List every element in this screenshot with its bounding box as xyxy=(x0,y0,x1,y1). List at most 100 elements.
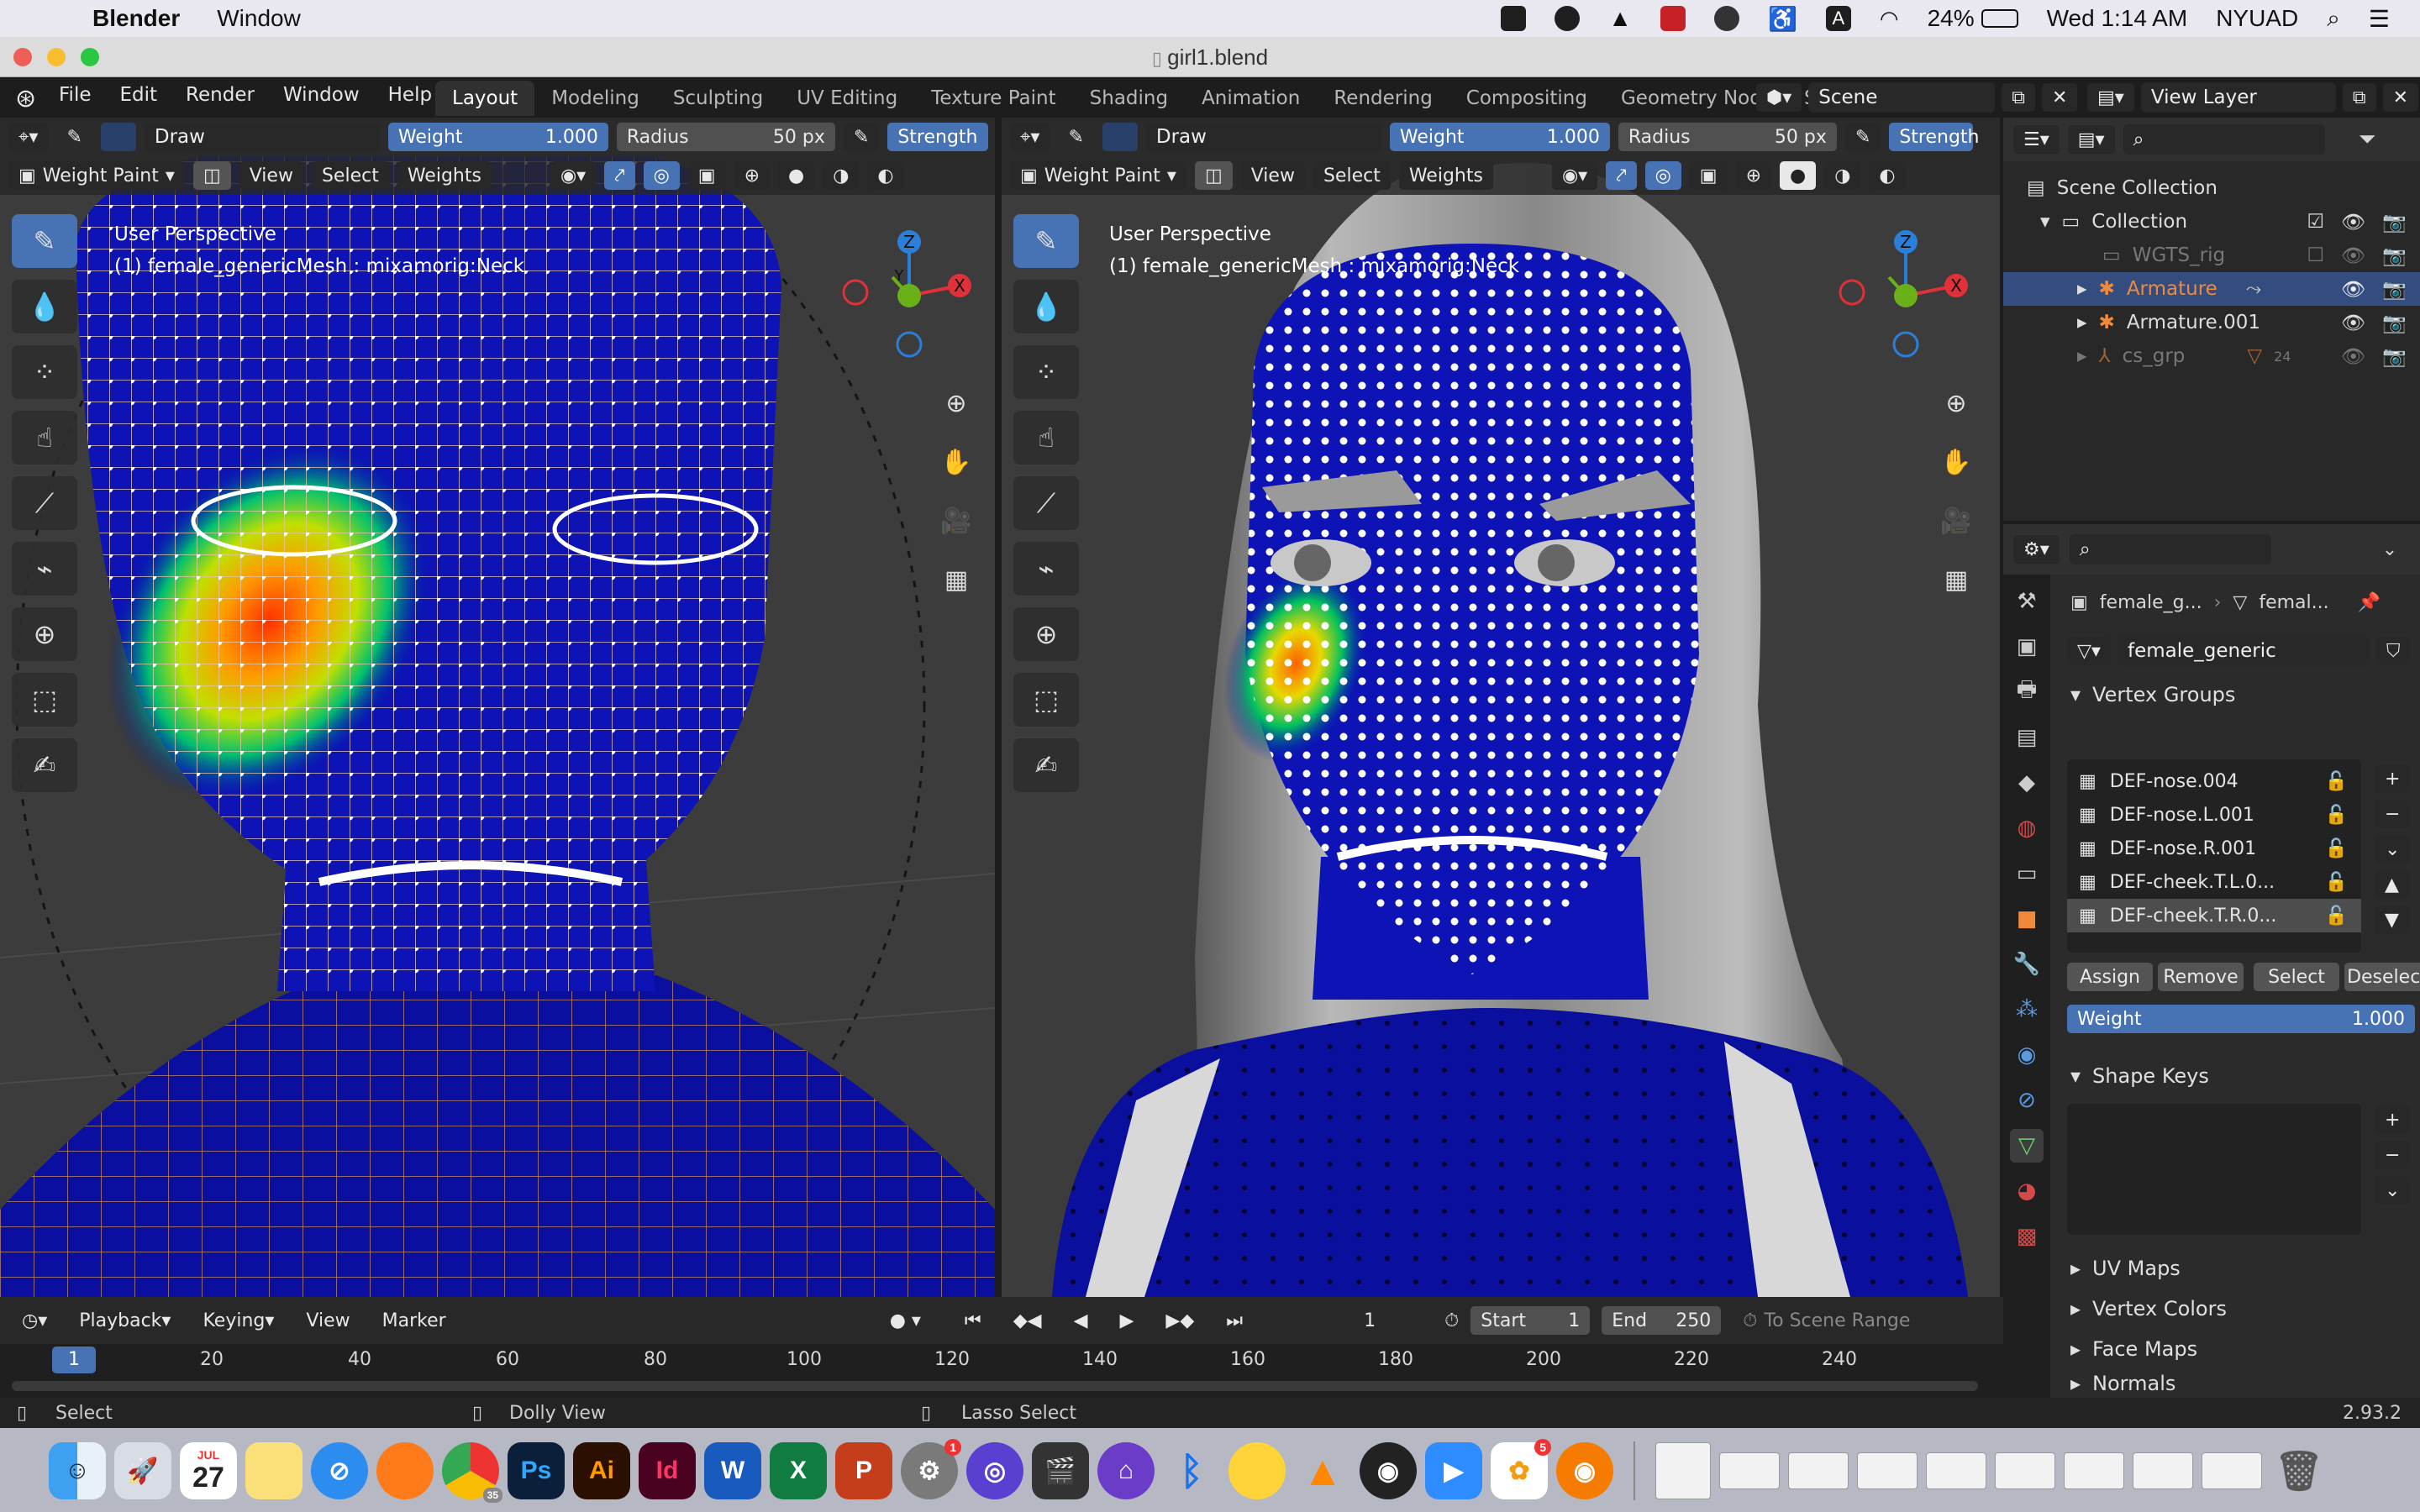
view-menu[interactable]: View xyxy=(239,161,303,190)
pin-icon[interactable]: 📌 xyxy=(2358,592,2381,613)
visibility-icon[interactable]: ◉▾ xyxy=(550,161,597,190)
vertex-group-item-selected[interactable]: ▦ DEF-cheek.T.R.0... 🔓 xyxy=(2067,899,2361,932)
menu-file[interactable]: File xyxy=(59,84,92,106)
bear-status-icon[interactable] xyxy=(1714,6,1739,31)
navigation-gizmo-right[interactable]: Z X xyxy=(1828,218,1980,370)
specials-menu-button[interactable]: ⌄ xyxy=(2375,835,2411,864)
eye-icon[interactable]: 👁 xyxy=(2341,278,2365,301)
marker-menu[interactable]: Marker xyxy=(372,1306,456,1335)
shape-keys-list[interactable] xyxy=(2067,1104,2361,1235)
view-layer-icon[interactable]: ▤▾ xyxy=(2087,83,2134,112)
tab-texture-paint[interactable]: Texture Paint xyxy=(914,81,1072,116)
outliner-item-cs-grp[interactable]: ▸ ⅄ cs_grp ▽ 24 👁 📷 xyxy=(2003,339,2420,373)
brush-preview-icon[interactable] xyxy=(1102,123,1138,151)
launchpad-icon[interactable]: 🚀 xyxy=(114,1442,171,1499)
vertex-group-item[interactable]: ▦ DEF-nose.004 🔓 xyxy=(2067,764,2361,798)
perspective-grid-icon[interactable]: ▦ xyxy=(1933,556,1980,603)
remove-button[interactable]: Remove xyxy=(2158,963,2244,991)
view-layer-tab-icon[interactable]: ▤ xyxy=(2010,721,2044,754)
jump-keyframe-back-icon[interactable]: ◆◀ xyxy=(1002,1306,1052,1335)
mode-selector[interactable]: ▣ Weight Paint ▾ xyxy=(8,161,185,190)
current-frame-field[interactable]: 1 xyxy=(1307,1306,1434,1335)
stopwatch-icon[interactable]: ⏱ xyxy=(1444,1310,1459,1331)
remove-vertex-group-button[interactable]: − xyxy=(2375,800,2411,828)
gizmo-toggle-icon[interactable]: ⤤ xyxy=(1606,161,1637,190)
finder-icon[interactable]: ☺ xyxy=(49,1442,106,1499)
app-status-icon[interactable] xyxy=(1555,6,1581,31)
screenshot-thumb-icon[interactable] xyxy=(2202,1452,2262,1489)
camera-icon[interactable]: 📷 xyxy=(2382,278,2407,301)
annotate-tool-icon[interactable]: ✍ xyxy=(1013,738,1079,792)
brush-preview-icon[interactable] xyxy=(100,123,136,151)
photos-icon[interactable]: ✿ 5 xyxy=(1491,1439,1551,1499)
xray-icon[interactable]: ▣ xyxy=(687,161,726,190)
control-center-icon[interactable]: ☰ xyxy=(2369,5,2390,33)
lock-icon[interactable]: 🔓 xyxy=(2325,805,2348,826)
screenshot-thumb-icon[interactable] xyxy=(1719,1452,1780,1489)
uv-maps-header[interactable]: ▸ UV Maps xyxy=(2070,1252,2227,1285)
to-scene-range-button[interactable]: ⏱ To Scene Range xyxy=(1733,1306,1927,1335)
expand-arrow-icon[interactable]: ▸ xyxy=(2077,345,2087,367)
camera-view-icon[interactable]: 🎥 xyxy=(1933,497,1980,544)
vertex-groups-header[interactable]: ▾ Vertex Groups xyxy=(2059,672,2420,717)
normals-header[interactable]: ▸ Normals xyxy=(2070,1373,2227,1394)
assign-button[interactable]: Assign xyxy=(2067,963,2153,991)
keying-menu[interactable]: Keying ▾ xyxy=(192,1306,284,1335)
chrome-icon[interactable]: 35 xyxy=(442,1442,502,1503)
face-maps-header[interactable]: ▸ Face Maps xyxy=(2070,1332,2227,1366)
new-view-layer-icon[interactable]: ⧉ xyxy=(2342,83,2376,112)
add-vertex-group-button[interactable]: + xyxy=(2375,764,2411,793)
navigation-gizmo-left[interactable]: Z X Y xyxy=(832,218,983,370)
camera-view-icon[interactable]: 🎥 xyxy=(933,497,980,544)
clock[interactable]: Wed 1:14 AM xyxy=(2047,5,2188,32)
timeline-ruler[interactable]: 1 20 40 60 80 100 120 140 160 180 200 22… xyxy=(0,1344,2003,1378)
collection-row[interactable]: ▾ ▭ Collection ☑ 👁 📷 xyxy=(2003,205,2420,239)
indesign-icon[interactable]: Id xyxy=(639,1442,696,1499)
eye-icon[interactable]: 👁 xyxy=(2341,345,2365,368)
smear-tool-icon[interactable]: ☝ xyxy=(1013,411,1079,465)
menu-help[interactable]: Help xyxy=(388,84,432,106)
radius-field[interactable]: Radius 50 px xyxy=(1618,123,1837,151)
average-tool-icon[interactable]: ⁘ xyxy=(1013,345,1079,399)
camera-icon[interactable]: 📷 xyxy=(2382,244,2407,267)
camera-icon[interactable]: 📷 xyxy=(2382,312,2407,334)
average-tool-icon[interactable]: ⁘ xyxy=(12,345,77,399)
delete-view-layer-icon[interactable]: ✕ xyxy=(2382,83,2418,112)
eye-icon[interactable]: 👁 xyxy=(2341,211,2365,234)
outliner-item-wgts-rig[interactable]: ▭ WGTS_rig ☐ 👁 📷 xyxy=(2003,239,2420,272)
screenshot-thumb-icon[interactable] xyxy=(1857,1452,1918,1489)
eye-icon[interactable]: 👁 xyxy=(2341,312,2365,334)
tab-compositing[interactable]: Compositing xyxy=(1449,81,1604,116)
radius-field[interactable]: Radius 50 px xyxy=(616,123,835,151)
firefox-icon[interactable] xyxy=(376,1442,434,1499)
blur-tool-icon[interactable]: 💧 xyxy=(12,280,77,333)
scene-field[interactable]: Scene xyxy=(1808,82,1996,113)
excel-icon[interactable]: X xyxy=(770,1442,827,1499)
end-frame-field[interactable]: End 250 xyxy=(1602,1306,1722,1335)
texture-tab-icon[interactable]: ▩ xyxy=(2010,1220,2044,1253)
viewport-right[interactable]: ⌖▾ ✎ Draw Weight 1.000 Radius 50 px ✎ Stre… xyxy=(1002,118,2000,1297)
shape-keys-header[interactable]: ▾ Shape Keys xyxy=(2070,1053,2209,1099)
move-up-button[interactable]: ▲ xyxy=(2375,870,2411,899)
battery-icon[interactable] xyxy=(1981,9,2018,28)
camera-status-icon[interactable] xyxy=(1501,6,1527,31)
illustrator-icon[interactable]: Ai xyxy=(573,1442,630,1499)
system-preferences-icon[interactable]: ⚙ 1 xyxy=(901,1439,961,1499)
screenshot-thumb-icon[interactable] xyxy=(2064,1452,2124,1489)
menu-edit[interactable]: Edit xyxy=(120,84,158,106)
warning-status-icon[interactable]: ▲ xyxy=(1608,5,1632,32)
play-reverse-icon[interactable]: ◀ xyxy=(1063,1306,1098,1335)
material-tab-icon[interactable]: ◕ xyxy=(2010,1174,2044,1208)
options-chevron-icon[interactable]: ⌄ xyxy=(2382,539,2397,560)
outliner-item-armature-001[interactable]: ▸ ✱ Armature.001 👁 📷 xyxy=(2003,306,2420,339)
pan-hand-icon[interactable]: ✋ xyxy=(933,438,980,486)
box-select-tool-icon[interactable]: ⬚ xyxy=(1013,673,1079,727)
tab-modeling[interactable]: Modeling xyxy=(534,81,656,116)
gizmo-toggle-icon[interactable]: ⤤ xyxy=(604,161,635,190)
lock-icon[interactable]: 🔓 xyxy=(2325,906,2348,927)
camera-icon[interactable]: 📷 xyxy=(2382,345,2407,368)
expand-arrow-icon[interactable]: ▸ xyxy=(2077,278,2087,300)
weights-menu[interactable]: Weights xyxy=(1398,161,1493,190)
constraints-tab-icon[interactable]: ⊘ xyxy=(2010,1084,2044,1117)
photoshop-icon[interactable]: Ps xyxy=(508,1442,565,1499)
